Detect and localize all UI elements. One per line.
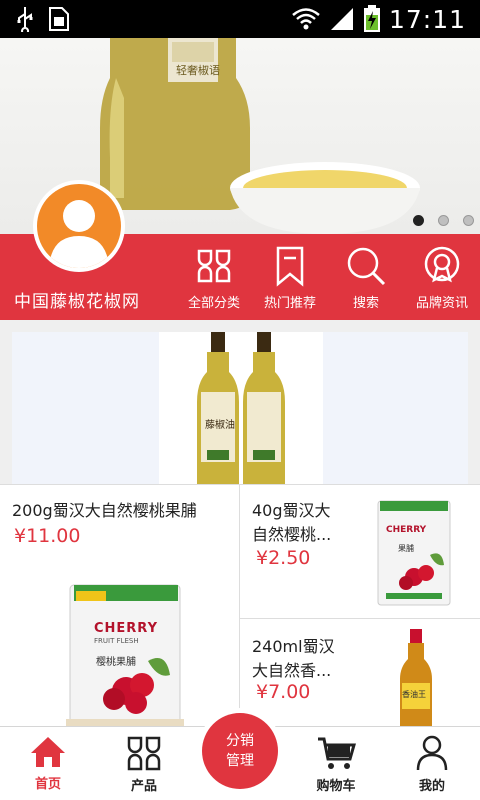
nav-brand-news[interactable]: 品牌资讯 (404, 244, 480, 314)
signal-icon (330, 8, 353, 30)
tab-cart[interactable]: 购物车 (288, 727, 384, 800)
carousel-dot-1[interactable] (413, 215, 424, 226)
tab-label: 我的 (418, 779, 445, 794)
pack-brand: CHERRY (94, 621, 159, 636)
header-nav: 全部分类 热门推荐 搜索 品牌资讯 (176, 244, 480, 314)
user-silhouette-icon (49, 200, 109, 268)
carousel-dot-2[interactable] (438, 215, 449, 226)
product-image: 香油王 (396, 629, 436, 729)
product-title: 200g蜀汉大自然樱桃果脯 (12, 501, 197, 520)
product-card-sesame-oil-240ml[interactable]: 240ml蜀汉 大自然香... ¥7.00 香油王 (240, 618, 480, 730)
carousel-dot-3[interactable] (463, 215, 474, 226)
user-icon (416, 735, 448, 771)
usb-icon (17, 7, 33, 32)
nav-all-categories[interactable]: 全部分类 (176, 244, 252, 314)
search-icon (347, 247, 386, 286)
carousel-indicator (413, 215, 474, 226)
product-card-cherry-40g[interactable]: 40g蜀汉大 自然樱桃... ¥2.50 CHERRY 果脯 (240, 484, 480, 618)
pack-brand: CHERRY (386, 525, 427, 535)
center-button-label-line1: 分销 (226, 733, 254, 749)
product-title-line2: 大自然香... (252, 661, 332, 680)
app-screen: 17:11 轻奢椒语 中国藤椒花椒网 全部分类 热门推荐 搜索 品牌资讯 藤椒油… (0, 0, 480, 800)
cherry-package-small-image (377, 500, 451, 606)
tab-home[interactable]: 首页 (0, 727, 96, 800)
home-icon (31, 737, 65, 767)
tab-label: 产品 (130, 779, 157, 794)
pack-subtitle: FRUIT FLESH (94, 637, 139, 645)
tab-mine[interactable]: 我的 (384, 727, 480, 800)
cart-icon (318, 737, 356, 769)
badge-icon (424, 246, 460, 283)
product-title-line2: 自然樱桃... (252, 525, 332, 544)
pack-cn-label: 樱桃果脯 (96, 657, 136, 668)
bookmark-icon (276, 246, 304, 287)
grid-icon (197, 249, 231, 283)
grid-icon (127, 736, 161, 771)
oil-bottles-image (197, 332, 285, 484)
featured-bottle-label: 藤椒油 (205, 420, 235, 431)
tab-label: 首页 (34, 777, 61, 792)
product-price: ¥2.50 (256, 547, 311, 569)
nav-label: 全部分类 (187, 296, 240, 311)
pack-cn-label: 果脯 (398, 544, 414, 553)
tab-label: 购物车 (316, 779, 356, 794)
avatar[interactable] (33, 180, 125, 272)
nav-label: 搜索 (352, 296, 379, 311)
bottle-label: 香油王 (402, 690, 426, 699)
status-bar: 17:11 (0, 0, 480, 38)
site-name: 中国藤椒花椒网 (14, 292, 140, 312)
bottle-label: 轻奢椒语 (176, 64, 220, 77)
wifi-icon (292, 8, 320, 30)
nav-label: 热门推荐 (263, 296, 316, 311)
product-title-line1: 40g蜀汉大 (252, 501, 331, 520)
nav-search[interactable]: 搜索 (328, 244, 404, 314)
nav-hot-recommend[interactable]: 热门推荐 (252, 244, 328, 314)
sim-card-icon (49, 7, 69, 31)
product-price: ¥7.00 (256, 681, 311, 703)
oil-bottle-image (400, 629, 432, 729)
battery-charging-icon (363, 5, 380, 32)
clock: 17:11 (388, 4, 466, 34)
product-price: ¥11.00 (14, 525, 81, 547)
product-image: CHERRY FRUIT FLESH 樱桃果脯 (66, 581, 184, 728)
distribution-management-button[interactable]: 分销 管理 (197, 708, 283, 794)
product-image: CHERRY 果脯 (376, 499, 452, 607)
product-title-line1: 240ml蜀汉 (252, 637, 335, 656)
featured-product[interactable]: 藤椒油 (12, 332, 468, 484)
featured-product-image: 藤椒油 (159, 332, 323, 484)
nav-label: 品牌资讯 (415, 296, 468, 311)
center-button-label-line2: 管理 (226, 753, 254, 769)
product-card-cherry-200g[interactable]: 200g蜀汉大自然樱桃果脯 ¥11.00 CHERRY FRUIT FLESH … (0, 484, 240, 728)
tab-products[interactable]: 产品 (96, 727, 192, 800)
